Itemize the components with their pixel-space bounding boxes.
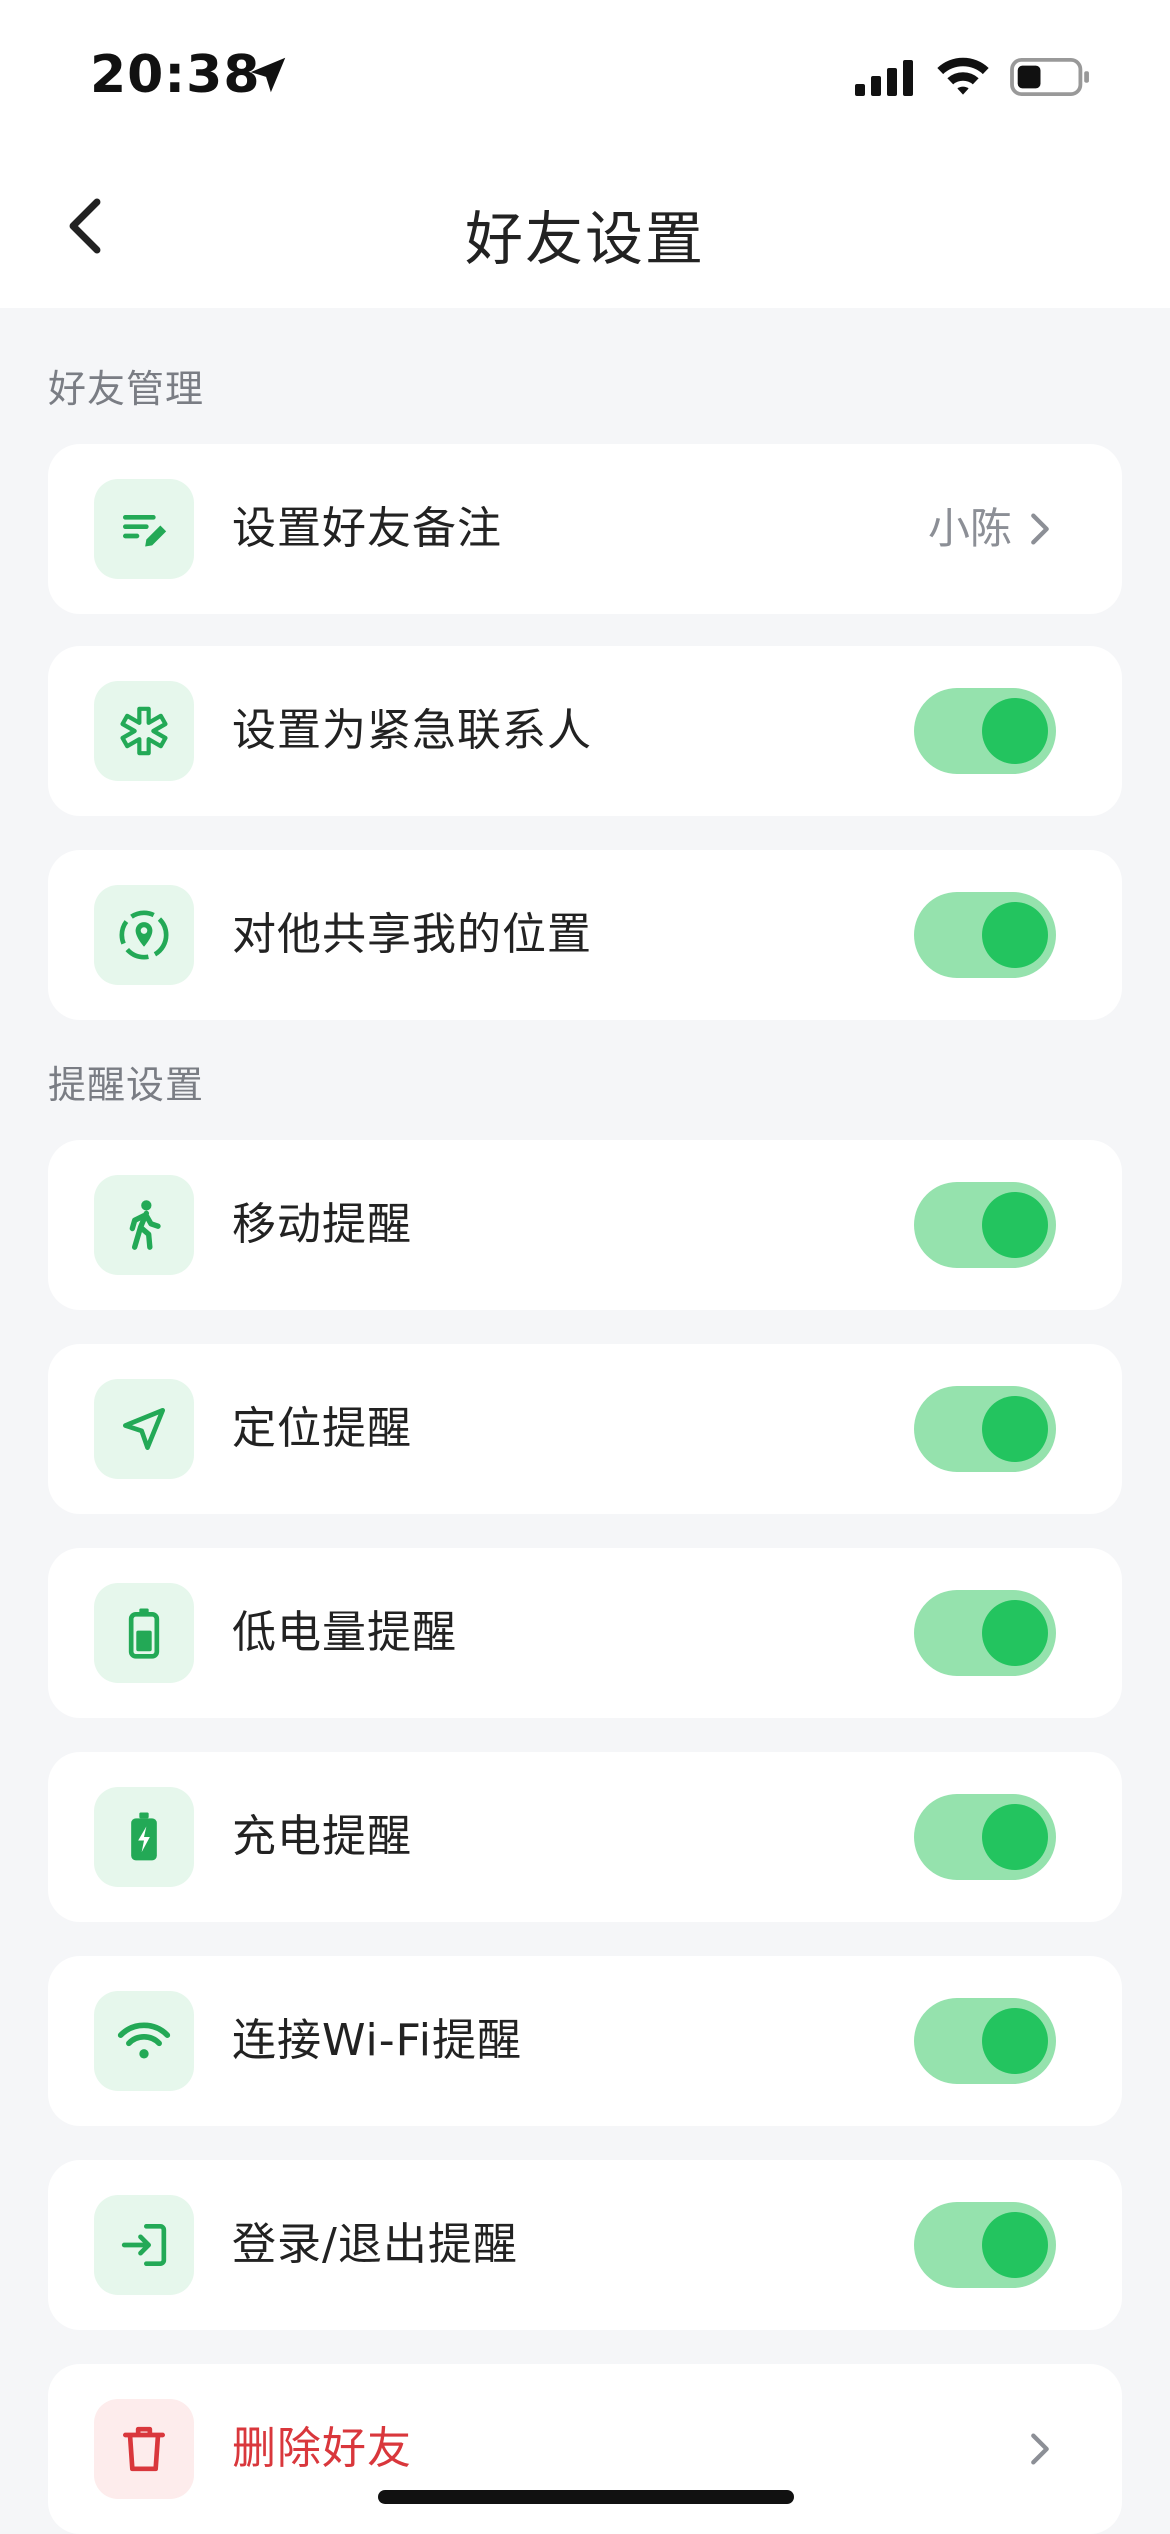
location-reminder-toggle[interactable] — [914, 1386, 1056, 1472]
wifi-reminder-toggle[interactable] — [914, 1998, 1056, 2084]
login-reminder-toggle[interactable] — [914, 2202, 1056, 2288]
status-bar: 20:38 — [0, 0, 1170, 150]
edit-note-icon — [94, 479, 194, 579]
remark-value: 小陈 — [927, 504, 1012, 553]
share-location-toggle[interactable] — [914, 892, 1056, 978]
charging-reminder-toggle[interactable] — [914, 1794, 1056, 1880]
wifi-status-icon — [937, 57, 989, 95]
toggle-knob — [982, 2008, 1048, 2074]
toggle-knob — [982, 1600, 1048, 1666]
status-time: 20:38 — [90, 45, 261, 105]
toggle-knob — [982, 698, 1048, 764]
movement-reminder-label: 移动提醒 — [232, 1199, 412, 1250]
location-share-icon — [94, 885, 194, 985]
wifi-reminder-label: 连接Wi-Fi提醒 — [232, 2015, 522, 2066]
charging-reminder-row: 充电提醒 — [48, 1752, 1122, 1922]
location-reminder-label: 定位提醒 — [232, 1403, 412, 1454]
walking-person-icon — [94, 1175, 194, 1275]
location-reminder-row: 定位提醒 — [48, 1344, 1122, 1514]
navigation-arrow-icon — [94, 1379, 194, 1479]
chevron-right-icon — [1031, 2433, 1049, 2465]
movement-reminder-row: 移动提醒 — [48, 1140, 1122, 1310]
section-title-reminders: 提醒设置 — [48, 1063, 205, 1107]
toggle-knob — [982, 1396, 1048, 1462]
battery-status-icon — [1010, 58, 1089, 96]
battery-charging-icon — [94, 1787, 194, 1887]
trash-icon — [94, 2399, 194, 2499]
share-location-row: 对他共享我的位置 — [48, 850, 1122, 1020]
page-title: 好友设置 — [464, 205, 705, 273]
toggle-knob — [982, 1192, 1048, 1258]
emergency-contact-toggle[interactable] — [914, 688, 1056, 774]
chevron-right-icon — [1031, 513, 1049, 545]
home-indicator — [378, 2490, 794, 2504]
movement-reminder-toggle[interactable] — [914, 1182, 1056, 1268]
battery-icon — [94, 1583, 194, 1683]
toggle-knob — [982, 2212, 1048, 2278]
toggle-knob — [982, 1804, 1048, 1870]
remark-label: 设置好友备注 — [232, 503, 502, 554]
low-battery-reminder-row: 低电量提醒 — [48, 1548, 1122, 1718]
delete-friend-label: 删除好友 — [232, 2423, 412, 2474]
login-reminder-label: 登录/退出提醒 — [232, 2219, 518, 2270]
login-reminder-row: 登录/退出提醒 — [48, 2160, 1122, 2330]
low-battery-reminder-label: 低电量提醒 — [232, 1607, 457, 1658]
navigation-bar: 好友设置 — [0, 150, 1170, 308]
delete-friend-row[interactable]: 删除好友 — [48, 2364, 1122, 2534]
medical-star-icon — [94, 681, 194, 781]
location-arrow-icon — [250, 57, 286, 93]
remark-row[interactable]: 设置好友备注 小陈 — [48, 444, 1122, 614]
low-battery-reminder-toggle[interactable] — [914, 1590, 1056, 1676]
toggle-knob — [982, 902, 1048, 968]
login-icon — [94, 2195, 194, 2295]
share-location-label: 对他共享我的位置 — [232, 909, 592, 960]
wifi-reminder-row: 连接Wi-Fi提醒 — [48, 1956, 1122, 2126]
wifi-icon — [94, 1991, 194, 2091]
emergency-contact-row: 设置为紧急联系人 — [48, 646, 1122, 816]
cellular-signal-icon — [855, 60, 913, 96]
charging-reminder-label: 充电提醒 — [232, 1811, 412, 1862]
section-title-friend-management: 好友管理 — [48, 367, 205, 411]
emergency-contact-label: 设置为紧急联系人 — [232, 705, 592, 756]
